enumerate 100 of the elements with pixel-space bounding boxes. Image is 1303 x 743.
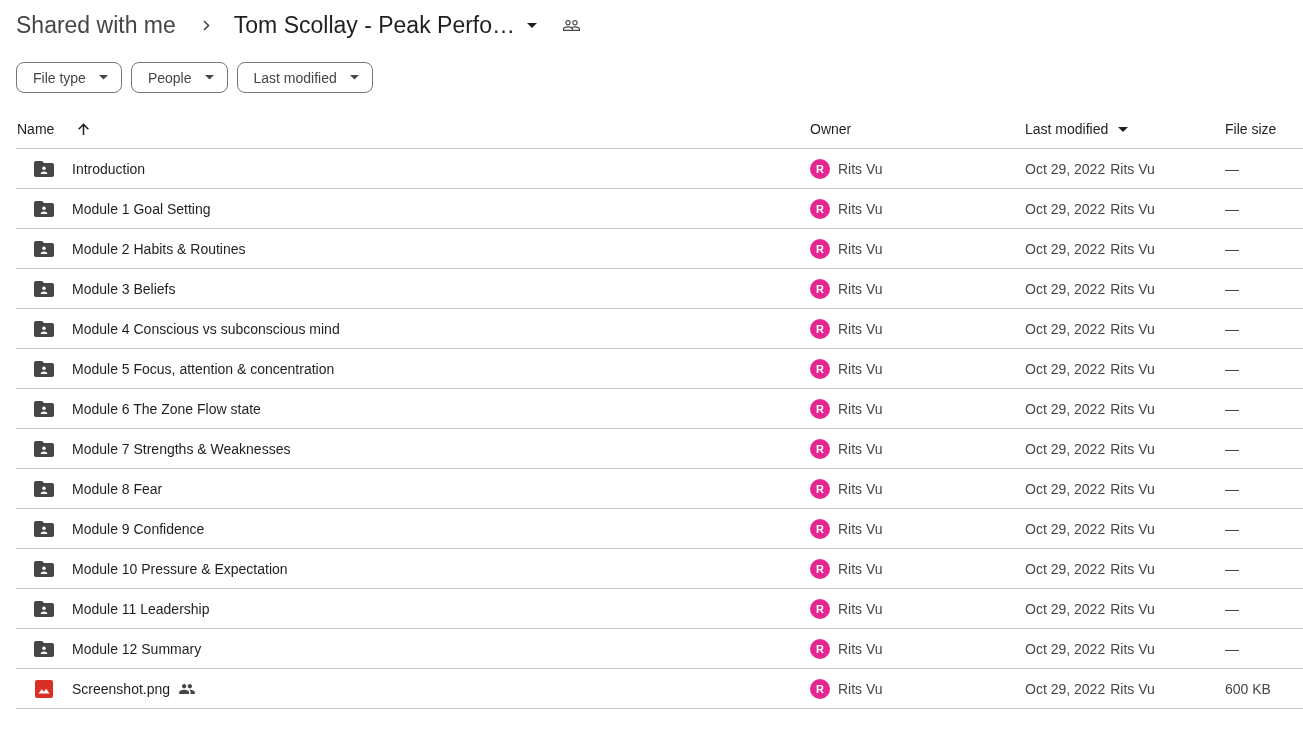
file-name[interactable]: Module 9 Confidence [72, 520, 205, 537]
column-header: Owner [810, 121, 852, 137]
owner-name: Rits Vu [838, 520, 883, 537]
modified-by: Rits Vu [1110, 600, 1155, 617]
folder-title-button[interactable]: Tom Scollay - Peak Perfo… [233, 11, 538, 39]
modified-date: Oct 29, 2022 [1025, 160, 1106, 177]
file-name[interactable]: Module 7 Strengths & Weaknesses [72, 440, 291, 457]
modified-date: Oct 29, 2022 [1025, 480, 1106, 497]
file-name[interactable]: Module 3 Beliefs [72, 280, 176, 297]
file-name[interactable]: Module 8 Fear [72, 480, 163, 497]
shared-folder-icon [34, 440, 54, 457]
up-arrow-icon[interactable] [77, 122, 91, 136]
owner-name: Rits Vu [838, 360, 883, 377]
owner-avatar: R [810, 198, 830, 219]
owner-avatar: R [810, 598, 830, 619]
file-size: — [1225, 480, 1239, 497]
owner-name: Rits Vu [838, 280, 883, 297]
modified-date: Oct 29, 2022 [1025, 600, 1106, 617]
owner-name: Rits Vu [838, 480, 883, 497]
owner-name: Rits Vu [838, 560, 883, 577]
breadcrumb-link[interactable]: Shared with me [16, 11, 176, 39]
file-size: — [1225, 160, 1239, 177]
modified-by: Rits Vu [1110, 560, 1155, 577]
shared-folder-icon [34, 360, 54, 377]
modified-by: Rits Vu [1110, 240, 1155, 257]
file-name[interactable]: Module 12 Summary [72, 640, 202, 657]
modified-by: Rits Vu [1110, 200, 1155, 217]
owner-name: Rits Vu [838, 680, 883, 697]
owner-avatar: R [810, 478, 830, 499]
image-file-icon [35, 679, 53, 698]
modified-by: Rits Vu [1110, 360, 1155, 377]
owner-avatar: R [810, 638, 830, 659]
caret-icon [349, 75, 359, 80]
owner-avatar: R [810, 398, 830, 419]
file-size: — [1225, 200, 1239, 217]
file-size: — [1225, 520, 1239, 537]
file-size: — [1225, 440, 1239, 457]
file-name[interactable]: Module 6 The Zone Flow state [72, 400, 261, 417]
shared-folder-icon [34, 280, 54, 297]
modified-by: Rits Vu [1110, 480, 1155, 497]
modified-by: Rits Vu [1110, 440, 1155, 457]
owner-name: Rits Vu [838, 600, 883, 617]
file-name[interactable]: Module 2 Habits & Routines [72, 240, 246, 257]
shared-folder-icon [34, 200, 54, 217]
filter-chip[interactable]: People [130, 62, 228, 93]
filter-chip[interactable]: Last modified [236, 62, 373, 93]
modified-date: Oct 29, 2022 [1025, 240, 1106, 257]
file-name[interactable]: Module 11 Leadership [72, 600, 210, 617]
caret-icon [527, 22, 538, 28]
file-size: — [1225, 640, 1239, 657]
owner-name: Rits Vu [838, 400, 883, 417]
modified-date: Oct 29, 2022 [1025, 640, 1106, 657]
caret-icon[interactable] [1118, 126, 1129, 132]
shared-folder-icon [34, 600, 54, 617]
owner-avatar: R [810, 158, 830, 179]
modified-date: Oct 29, 2022 [1025, 280, 1106, 297]
owner-name: Rits Vu [838, 160, 883, 177]
modified-date: Oct 29, 2022 [1025, 320, 1106, 337]
file-name[interactable]: Module 1 Goal Setting [72, 200, 211, 217]
file-size: — [1225, 400, 1239, 417]
owner-avatar: R [810, 358, 830, 379]
column-header[interactable]: Last modified [1025, 121, 1109, 137]
file-size: — [1225, 360, 1239, 377]
file-size: 600 KB [1225, 680, 1271, 697]
owner-avatar: R [810, 238, 830, 259]
owner-name: Rits Vu [838, 240, 883, 257]
file-name[interactable]: Introduction [72, 160, 146, 177]
modified-date: Oct 29, 2022 [1025, 680, 1106, 697]
shared-folder-icon [34, 480, 54, 497]
file-name[interactable]: Module 4 Conscious vs subconscious mind [72, 320, 340, 337]
owner-avatar: R [810, 438, 830, 459]
owner-avatar: R [810, 558, 830, 579]
people-icon [563, 19, 581, 31]
file-name[interactable]: Module 5 Focus, attention & concentration [72, 360, 335, 377]
modified-date: Oct 29, 2022 [1025, 440, 1106, 457]
modified-date: Oct 29, 2022 [1025, 360, 1106, 377]
file-name[interactable]: Screenshot.png [72, 680, 171, 697]
owner-name: Rits Vu [838, 200, 883, 217]
owner-avatar: R [810, 678, 830, 699]
modified-date: Oct 29, 2022 [1025, 560, 1106, 577]
shared-folder-icon [34, 520, 54, 537]
caret-icon [98, 75, 108, 80]
modified-date: Oct 29, 2022 [1025, 520, 1106, 537]
column-header: File size [1225, 121, 1277, 137]
shared-folder-icon [34, 240, 54, 257]
owner-avatar: R [810, 518, 830, 539]
file-size: — [1225, 600, 1239, 617]
owner-name: Rits Vu [838, 320, 883, 337]
modified-by: Rits Vu [1110, 400, 1155, 417]
file-size: — [1225, 240, 1239, 257]
shared-folder-icon [34, 400, 54, 417]
filter-chip[interactable]: File type [16, 62, 122, 93]
shared-folder-icon [34, 560, 54, 577]
column-header[interactable]: Name [17, 121, 55, 137]
modified-by: Rits Vu [1110, 520, 1155, 537]
shared-folder-icon [34, 640, 54, 657]
file-size: — [1225, 320, 1239, 337]
modified-by: Rits Vu [1110, 680, 1155, 697]
modified-by: Rits Vu [1110, 280, 1155, 297]
file-name[interactable]: Module 10 Pressure & Expectation [72, 560, 288, 577]
